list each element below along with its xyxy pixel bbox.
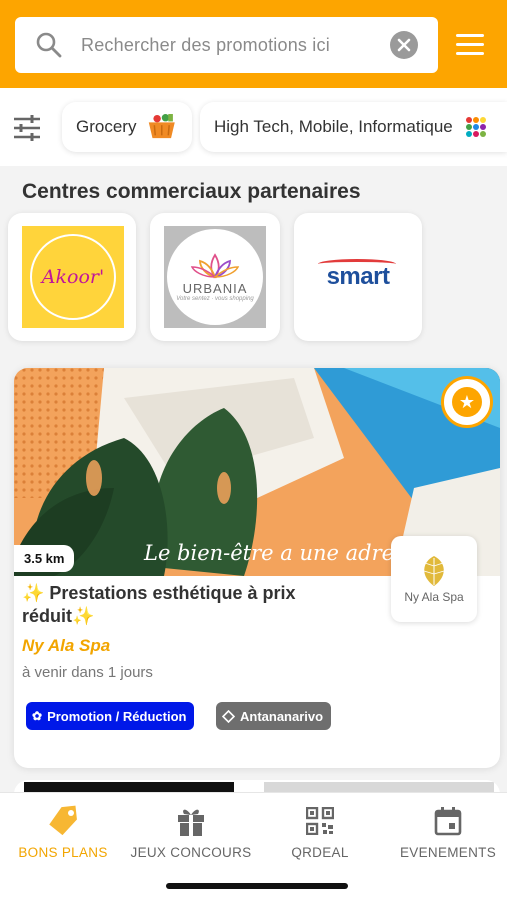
akoor-logo: Akoor' [22,226,124,328]
badge-label: Promotion / Réduction [47,708,187,724]
category-chip-high-tech[interactable]: High Tech, Mobile, Informatique [200,102,507,152]
shopping-basket-icon [149,114,176,139]
nav-label: QRDEAL [291,845,349,860]
shop-logo-text: Ny Ala Spa [404,590,464,604]
home-indicator[interactable] [166,883,348,889]
partner-card-urbania[interactable]: URBANIA Votre sentez · vous shopping [150,213,280,341]
deal-title: ✨ Prestations esthétique à prix réduit✨ [22,583,296,626]
qr-code-icon [306,807,334,835]
calendar-icon [434,807,462,836]
search-bar[interactable]: Rechercher des promotions ici [15,17,438,73]
partner-card-akoor[interactable]: Akoor' [8,213,136,341]
partner-name: Akoor' [41,266,105,288]
promotion-badge: ✿ Promotion / Réduction [26,702,195,730]
location-badge: Antananarivo [216,702,332,730]
palm-leaf-icon [423,556,445,586]
deal-shop-name[interactable]: Ny Ala Spa [22,636,110,656]
percent-icon: ✿ [32,709,43,723]
nav-jeux-concours[interactable]: JEUX CONCOURS [128,803,254,860]
smart-logo: smart [294,259,422,291]
partners-section-title: Centres commerciaux partenaires [22,180,361,203]
bottom-navigation: BONS PLANS JEUX CONCOURS QRDEAL EVENEMEN… [0,792,507,900]
deal-date: à venir dans 1 jours [22,664,153,681]
star-icon: ★ [452,387,482,417]
nav-evenements[interactable]: EVENEMENTS [385,803,507,860]
image-caption: Le bien-être a une adresse [143,541,428,565]
urbania-logo: URBANIA Votre sentez · vous shopping [164,226,266,328]
clear-search-button[interactable] [390,31,418,59]
gift-icon [178,809,204,836]
app-header: Rechercher des promotions ici [0,0,507,88]
favorite-button[interactable]: ★ [441,376,493,428]
filter-sliders-icon[interactable] [12,114,42,142]
location-icon [222,709,235,723]
deal-card[interactable]: Le bien-être a une adresse ★ 3.5 km Ny A… [14,368,500,768]
partner-card-smart[interactable]: smart [294,213,422,341]
shop-logo[interactable]: Ny Ala Spa [391,536,477,622]
nav-qrdeal[interactable]: QRDEAL [257,803,383,860]
lotus-icon [190,252,240,278]
distance-badge: 3.5 km [14,545,75,572]
nav-label: EVENEMENTS [399,845,497,860]
category-label: High Tech, Mobile, Informatique [214,117,453,136]
nav-label: JEUX CONCOURS [130,845,252,860]
nav-label: BONS PLANS [18,845,108,860]
close-icon [397,38,411,52]
category-chip-grocery[interactable]: Grocery [62,102,192,152]
colored-dots-icon [465,117,486,137]
hamburger-menu-icon[interactable] [456,34,484,56]
badge-label: Antananarivo [240,708,324,724]
search-input[interactable]: Rechercher des promotions ici [81,35,390,56]
search-icon [36,32,62,58]
partner-tagline: Votre sentez · vous shopping [176,295,254,302]
tag-icon [49,805,77,836]
nav-bons-plans[interactable]: BONS PLANS [0,803,126,860]
partner-name: URBANIA [182,280,248,296]
category-filter-bar: Grocery High Tech, Mobile, Informatique [0,88,507,166]
category-label: Grocery [76,117,137,136]
